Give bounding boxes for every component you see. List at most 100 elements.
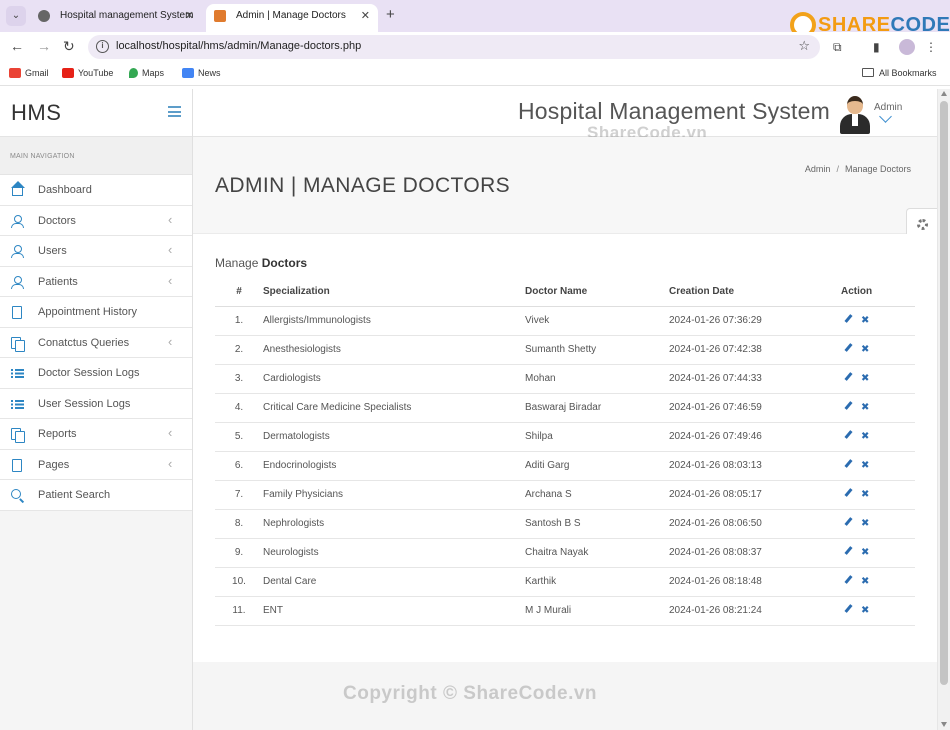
- table-row: 3. Cardiologists Mohan 2024-01-26 07:44:33 ✖: [215, 364, 915, 394]
- bookmark-star-icon[interactable]: ☆: [798, 38, 810, 54]
- edit-pencil-icon[interactable]: [845, 605, 852, 613]
- chevron-left-icon[interactable]: ‹: [168, 425, 172, 440]
- cell-action: ✖: [837, 422, 915, 452]
- bookmark-youtube[interactable]: YouTube: [62, 68, 113, 78]
- all-bookmarks[interactable]: All Bookmarks: [862, 68, 937, 78]
- cell-creation-date: 2024-01-26 08:08:37: [669, 538, 837, 568]
- maps-icon: [129, 68, 138, 78]
- delete-icon[interactable]: ✖: [861, 518, 869, 529]
- scroll-up-icon[interactable]: [941, 91, 947, 96]
- delete-icon[interactable]: ✖: [861, 489, 869, 500]
- sidebar-item-patients[interactable]: Patients ‹: [0, 267, 192, 297]
- sidebar-item-dashboard[interactable]: Dashboard: [0, 175, 192, 206]
- side-panel-icon[interactable]: ▮: [873, 40, 880, 54]
- edit-pencil-icon[interactable]: [845, 373, 852, 381]
- files-icon: [11, 336, 25, 352]
- forward-icon[interactable]: →: [37, 38, 51, 54]
- sidebar-item-user-session-logs[interactable]: User Session Logs: [0, 389, 192, 419]
- list-icon: [11, 367, 24, 380]
- cell-specialization: Dental Care: [263, 567, 525, 597]
- cell-creation-date: 2024-01-26 08:06:50: [669, 509, 837, 539]
- cell-specialization: Cardiologists: [263, 364, 525, 394]
- new-tab-button[interactable]: +: [386, 6, 395, 23]
- bookmark-gmail[interactable]: Gmail: [9, 68, 49, 78]
- edit-pencil-icon[interactable]: [845, 547, 852, 555]
- sidebar-item-patient-search[interactable]: Patient Search: [0, 480, 192, 511]
- bookmark-maps[interactable]: Maps: [129, 68, 164, 78]
- cell-creation-date: 2024-01-26 08:18:48: [669, 567, 837, 597]
- col-header-action: Action: [837, 278, 915, 307]
- delete-icon[interactable]: ✖: [861, 576, 869, 587]
- cell-number: 9.: [215, 538, 263, 568]
- sidebar-item-appointment-history[interactable]: Appointment History: [0, 297, 192, 328]
- sidebar-item-doctors[interactable]: Doctors ‹: [0, 206, 192, 236]
- cell-doctor-name: Chaitra Nayak: [525, 538, 669, 568]
- edit-pencil-icon[interactable]: [845, 518, 852, 526]
- profile-avatar[interactable]: [899, 39, 915, 55]
- scrollbar-thumb[interactable]: [940, 101, 948, 685]
- edit-pencil-icon[interactable]: [845, 489, 852, 497]
- delete-icon[interactable]: ✖: [861, 315, 869, 326]
- sidebar-item-pages[interactable]: Pages ‹: [0, 450, 192, 480]
- close-icon[interactable]: ✕: [361, 4, 370, 28]
- system-title: Hospital Management System: [517, 98, 830, 124]
- back-icon[interactable]: ←: [10, 38, 24, 54]
- close-icon[interactable]: ✕: [185, 4, 194, 28]
- sidebar-item-doctor-session-logs[interactable]: Doctor Session Logs: [0, 358, 192, 389]
- bookmark-label: News: [198, 68, 221, 78]
- chevron-left-icon[interactable]: ‹: [168, 273, 172, 288]
- page-header: ADMIN | MANAGE DOCTORS Admin / Manage Doct…: [193, 137, 937, 234]
- cell-action: ✖: [837, 509, 915, 539]
- sidebar-item-conatctus-queries[interactable]: Conatctus Queries ‹: [0, 328, 192, 358]
- scroll-down-icon[interactable]: [941, 722, 947, 727]
- brand-title[interactable]: HMS: [11, 100, 61, 126]
- menu-icon[interactable]: ⋮: [925, 40, 937, 54]
- admin-name[interactable]: Admin: [874, 102, 902, 113]
- delete-icon[interactable]: ✖: [861, 344, 869, 355]
- edit-pencil-icon[interactable]: [845, 402, 852, 410]
- edit-pencil-icon[interactable]: [845, 344, 852, 352]
- extensions-icon[interactable]: ⧉: [833, 40, 842, 55]
- sidebar-item-label: Doctor Session Logs: [38, 367, 140, 379]
- table-row: 2. Anesthesiologists Sumanth Shetty 2024-01…: [215, 335, 915, 365]
- chevron-left-icon[interactable]: ‹: [168, 242, 172, 257]
- section-title: Manage Doctors: [215, 256, 307, 270]
- cell-creation-date: 2024-01-26 07:36:29: [669, 306, 837, 336]
- cell-creation-date: 2024-01-26 07:49:46: [669, 422, 837, 452]
- edit-pencil-icon[interactable]: [845, 460, 852, 468]
- delete-icon[interactable]: ✖: [861, 547, 869, 558]
- edit-pencil-icon[interactable]: [845, 431, 852, 439]
- delete-icon[interactable]: ✖: [861, 402, 869, 413]
- col-header-doctor-name: Doctor Name: [525, 278, 669, 307]
- bookmark-news[interactable]: News: [182, 68, 221, 78]
- hamburger-menu-icon[interactable]: [168, 106, 181, 117]
- chevron-left-icon[interactable]: ‹: [168, 456, 172, 471]
- sidebar-item-users[interactable]: Users ‹: [0, 236, 192, 267]
- folder-icon: [862, 68, 874, 77]
- edit-pencil-icon[interactable]: [845, 315, 852, 323]
- edit-pencil-icon[interactable]: [845, 576, 852, 584]
- delete-icon[interactable]: ✖: [861, 373, 869, 384]
- browser-tab-manage-doctors[interactable]: Admin | Manage Doctors ✕: [206, 4, 378, 32]
- delete-icon[interactable]: ✖: [861, 460, 869, 471]
- sidebar-item-reports[interactable]: Reports ‹: [0, 419, 192, 450]
- cell-doctor-name: Shilpa: [525, 422, 669, 452]
- chevron-left-icon[interactable]: ‹: [168, 212, 172, 227]
- delete-icon[interactable]: ✖: [861, 605, 869, 616]
- cell-number: 3.: [215, 364, 263, 394]
- url-field[interactable]: i localhost/hospital/hms/admin/Manage-do…: [88, 35, 820, 59]
- sidebar-item-label: Reports: [38, 428, 77, 440]
- browser-tab-hospital[interactable]: Hospital management System ✕: [30, 4, 202, 32]
- table-header-row: # Specialization Doctor Name Creation Da…: [215, 278, 915, 307]
- reload-icon[interactable]: ↻: [63, 38, 75, 55]
- tab-search-button[interactable]: ⌄: [6, 6, 26, 26]
- col-header-creation-date: Creation Date: [669, 278, 837, 307]
- page-scrollbar[interactable]: [937, 89, 950, 730]
- cell-number: 11.: [215, 596, 263, 626]
- cell-doctor-name: Archana S: [525, 480, 669, 510]
- admin-avatar[interactable]: [839, 96, 871, 134]
- chevron-left-icon[interactable]: ‹: [168, 334, 172, 349]
- site-info-icon[interactable]: i: [96, 40, 109, 53]
- delete-icon[interactable]: ✖: [861, 431, 869, 442]
- breadcrumb-admin[interactable]: Admin: [805, 164, 831, 174]
